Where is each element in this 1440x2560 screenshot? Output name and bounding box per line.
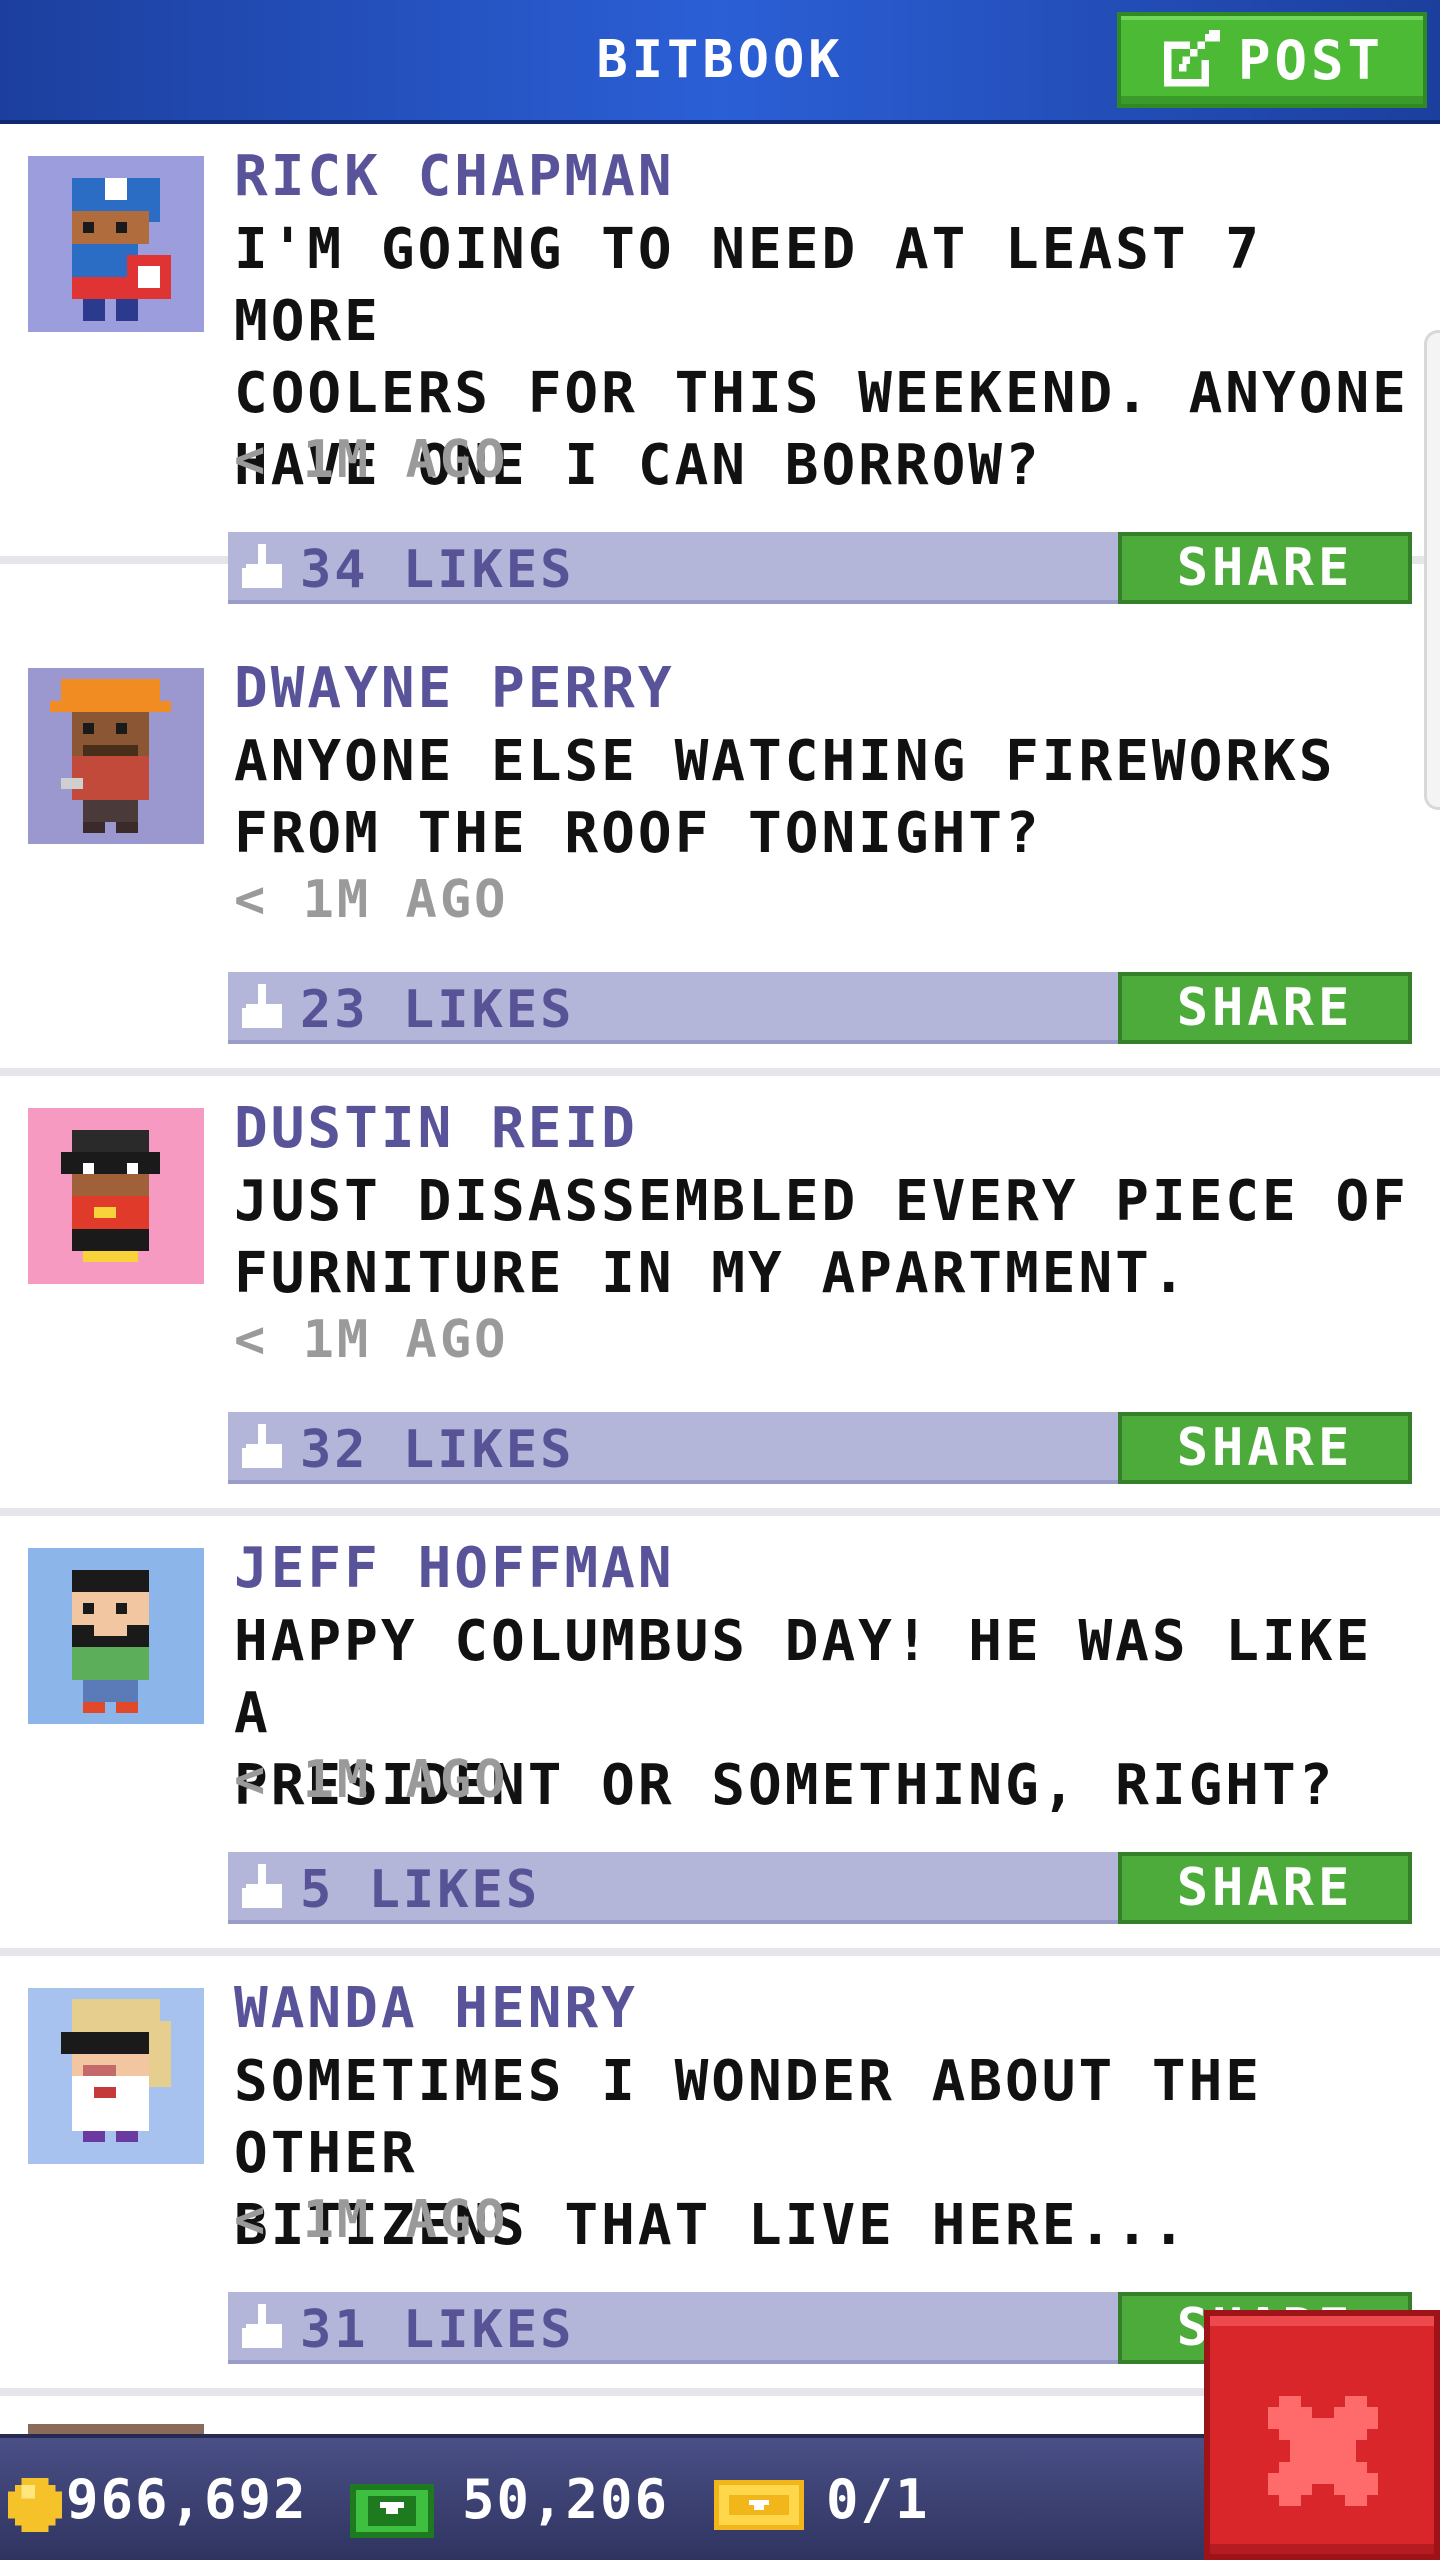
thumbs-up-icon[interactable] xyxy=(242,2304,286,2352)
app-header: BITBOOK POST xyxy=(0,0,1440,124)
post-button-label: POST xyxy=(1237,28,1385,92)
bux-icon xyxy=(350,2484,434,2538)
share-button[interactable]: SHARE xyxy=(1118,532,1412,604)
share-button[interactable]: SHARE xyxy=(1118,1852,1412,1924)
next-post-avatar-peek xyxy=(28,2424,204,2434)
masked-robber-avatar[interactable] xyxy=(28,1108,204,1284)
post-timestamp: < 1M AGO xyxy=(234,430,509,490)
bearded-man-avatar[interactable] xyxy=(28,1548,204,1724)
post-author[interactable]: JEFF HOFFMAN xyxy=(234,1536,675,1601)
post-timestamp: < 1M AGO xyxy=(234,870,509,930)
likes-count: 31 LIKES xyxy=(300,2300,575,2360)
scrollbar[interactable] xyxy=(1424,330,1440,810)
post-message: JUST DISASSEMBLED EVERY PIECE OF FURNITU… xyxy=(234,1169,1409,1306)
share-button[interactable]: SHARE xyxy=(1118,972,1412,1044)
thumbs-up-icon[interactable] xyxy=(242,544,286,592)
post-message: ANYONE ELSE WATCHING FIREWORKS FROM THE … xyxy=(234,729,1336,866)
thumbs-up-icon[interactable] xyxy=(242,984,286,1032)
feed-list[interactable]: RICK CHAPMAN I'M GOING TO NEED AT LEAST … xyxy=(0,124,1440,2434)
likes-count: 34 LIKES xyxy=(300,540,575,600)
close-button[interactable] xyxy=(1204,2310,1440,2560)
like-bar: 23 LIKES SHARE xyxy=(228,972,1412,1044)
post-button[interactable]: POST xyxy=(1117,12,1427,108)
post-author[interactable]: WANDA HENRY xyxy=(234,1976,638,2041)
feed-post: JEFF HOFFMAN HAPPY COLUMBUS DAY! HE WAS … xyxy=(0,1516,1440,1956)
post-timestamp: < 1M AGO xyxy=(234,1310,509,1370)
post-author[interactable]: RICK CHAPMAN xyxy=(234,144,675,209)
ticket-icon xyxy=(714,2480,804,2530)
close-icon xyxy=(1268,2396,1378,2506)
feed-post: DUSTIN REID JUST DISASSEMBLED EVERY PIEC… xyxy=(0,1076,1440,1516)
captain-hero-avatar[interactable] xyxy=(28,156,204,332)
post-timestamp: < 1M AGO xyxy=(234,2190,509,2250)
post-author[interactable]: DWAYNE PERRY xyxy=(234,656,675,721)
post-timestamp: < 1M AGO xyxy=(234,1750,509,1810)
compose-icon xyxy=(1163,30,1220,87)
like-bar: 32 LIKES SHARE xyxy=(228,1412,1412,1484)
like-bar: 34 LIKES SHARE xyxy=(228,532,1412,604)
post-author[interactable]: DUSTIN REID xyxy=(234,1096,638,1161)
like-bar: 5 LIKES SHARE xyxy=(228,1852,1412,1924)
construction-worker-avatar[interactable] xyxy=(28,668,204,844)
thumbs-up-icon[interactable] xyxy=(242,1864,286,1912)
tickets-count: 0/1 xyxy=(826,2468,930,2531)
bux-count: 50,206 xyxy=(462,2468,670,2531)
likes-count: 5 LIKES xyxy=(300,1860,541,1920)
feed-post: DWAYNE PERRY ANYONE ELSE WATCHING FIREWO… xyxy=(0,636,1440,1076)
coins-count: 966,692 xyxy=(66,2468,308,2531)
sunglasses-woman-avatar[interactable] xyxy=(28,1988,204,2164)
thumbs-up-icon[interactable] xyxy=(242,1424,286,1472)
share-button[interactable]: SHARE xyxy=(1118,1412,1412,1484)
feed-post: RICK CHAPMAN I'M GOING TO NEED AT LEAST … xyxy=(0,124,1440,604)
coin-icon xyxy=(8,2478,62,2532)
likes-count: 32 LIKES xyxy=(300,1420,575,1480)
likes-count: 23 LIKES xyxy=(300,980,575,1040)
